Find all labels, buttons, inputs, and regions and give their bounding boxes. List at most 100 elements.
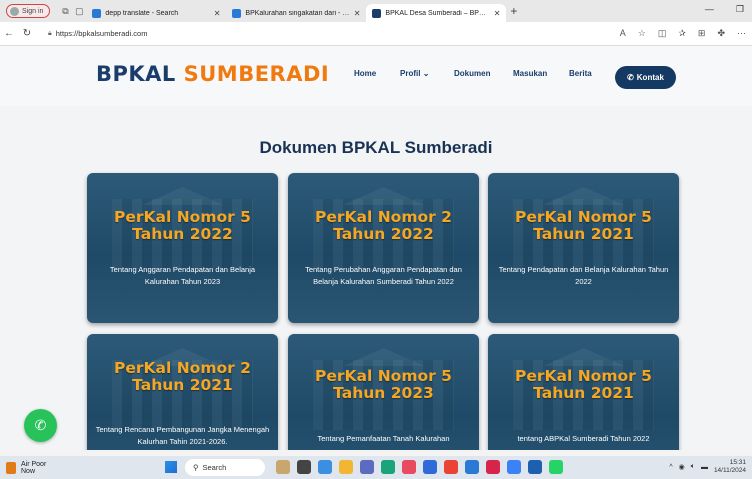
whatsapp-icon: ✆ <box>34 417 47 433</box>
minimize-icon[interactable]: — <box>705 4 714 15</box>
more-icon[interactable]: ⋯ <box>737 28 746 39</box>
site-favicon-icon <box>372 8 382 18</box>
app-icon[interactable] <box>486 460 500 474</box>
file-explorer-icon[interactable] <box>339 460 353 474</box>
read-aloud-icon[interactable]: A <box>620 28 626 39</box>
tab-search-2[interactable]: BPKalurahan singakatan dari - Sea ✕ <box>226 4 366 22</box>
card-title: PerKal Nomor 2 Tahun 2021 <box>87 360 278 394</box>
weather-widget[interactable]: Air Poor Now <box>6 461 46 475</box>
nav-home[interactable]: Home <box>354 69 376 78</box>
card-title: PerKal Nomor 5 Tahun 2021 <box>488 209 679 243</box>
nav-masukan[interactable]: Masukan <box>513 69 547 78</box>
tab-actions-icon[interactable]: ▢ <box>72 4 86 18</box>
card-title-line1: PerKal Nomor 5 <box>114 208 251 226</box>
tab-bpkal[interactable]: BPKAL Desa Sumberadi – BPKAL ✕ <box>366 4 507 22</box>
clock-time: 15:31 <box>729 459 746 466</box>
card-title-line2: Tahun 2021 <box>533 225 634 243</box>
card-title: PerKal Nomor 5 Tahun 2023 <box>288 368 479 402</box>
volume-icon[interactable]: 🔈︎ <box>691 463 695 471</box>
sign-in-button[interactable]: Sign in <box>6 4 51 18</box>
app-icon[interactable] <box>360 460 374 474</box>
browser-tab-bar: Sign in ⧉ ▢ depp translate - Search ✕ BP… <box>0 0 752 22</box>
nav-berita[interactable]: Berita <box>569 69 592 78</box>
search-favicon-icon <box>92 8 102 18</box>
card-title: PerKal Nomor 5 Tahun 2022 <box>87 209 278 243</box>
document-card[interactable]: PerKal Nomor 5 Tahun 2023 Tentang Pemanfa… <box>288 334 479 450</box>
network-icon[interactable]: ◉ <box>679 463 685 471</box>
chrome-icon[interactable] <box>444 460 458 474</box>
close-icon[interactable]: ✕ <box>214 9 221 18</box>
window-controls: — ❐ <box>705 4 744 15</box>
card-title-line1: PerKal Nomor 2 <box>114 359 251 377</box>
card-title-line1: PerKal Nomor 5 <box>315 367 452 385</box>
card-title-line2: Tahun 2021 <box>533 384 634 402</box>
tab-search[interactable]: depp translate - Search ✕ <box>86 4 226 22</box>
site-logo[interactable]: BPKAL SUMBERADI <box>96 62 329 86</box>
logo-text-bpkal: BPKAL <box>96 62 184 86</box>
document-card[interactable]: PerKal Nomor 5 Tahun 2021 Tentang Pendapa… <box>488 173 679 323</box>
app-icon[interactable] <box>297 460 311 474</box>
card-title-line2: Tahun 2022 <box>333 225 434 243</box>
battery-icon[interactable]: ▬ <box>701 464 708 471</box>
card-description: Tentang Rencana Pembangunan Jangka Menen… <box>95 425 270 446</box>
chevron-down-icon: ⌄ <box>422 69 430 78</box>
card-title-line2: Tahun 2021 <box>132 376 233 394</box>
url-field[interactable]: 🔒︎ https://bpkalsumberadi.com <box>48 29 147 38</box>
website-viewport: BPKAL SUMBERADI Home Profil ⌄ Dokumen Ma… <box>0 46 752 450</box>
page-title: Dokumen BPKAL Sumberadi <box>259 138 493 157</box>
favorite-icon[interactable]: ☆ <box>638 28 646 39</box>
whatsapp-float-button[interactable]: ✆ <box>24 409 57 442</box>
maximize-icon[interactable]: ❐ <box>736 4 744 15</box>
document-card[interactable]: PerKal Nomor 5 Tahun 2021 tentang ABPKal … <box>488 334 679 450</box>
app-icon[interactable] <box>507 460 521 474</box>
close-icon[interactable]: ✕ <box>494 9 501 18</box>
system-tray: ^ ◉ 🔈︎ ▬ 15:31 14/11/2024 <box>669 459 746 475</box>
card-title-line1: PerKal Nomor 5 <box>515 208 652 226</box>
extensions-icon[interactable]: ✤ <box>717 28 725 39</box>
app-icon[interactable] <box>276 460 290 474</box>
logo-text-sumberadi: SUMBERADI <box>183 62 330 86</box>
card-title-line1: PerKal Nomor 5 <box>515 367 652 385</box>
back-icon[interactable]: ← <box>0 28 18 39</box>
url-text: https://bpkalsumberadi.com <box>55 29 148 38</box>
app-icon[interactable] <box>423 460 437 474</box>
whatsapp-app-icon[interactable] <box>549 460 563 474</box>
edge-icon[interactable] <box>381 460 395 474</box>
refresh-icon[interactable]: ↻ <box>18 28 36 39</box>
lock-icon: 🔒︎ <box>48 29 52 37</box>
document-card[interactable]: PerKal Nomor 2 Tahun 2021 Tentang Rencana… <box>87 334 278 450</box>
tab-label: BPKalurahan singakatan dari - Sea <box>245 9 350 17</box>
kontak-button[interactable]: ✆ Kontak <box>615 66 676 89</box>
card-description: Tentang Perubahan Anggaran Pendapatan da… <box>305 265 462 286</box>
whatsapp-icon: ✆ <box>627 73 634 82</box>
split-screen-icon[interactable]: ◫ <box>658 28 667 39</box>
tab-label: depp translate - Search <box>105 9 179 17</box>
nav-profil[interactable]: Profil ⌄ <box>400 69 429 78</box>
workspaces-icon[interactable]: ⧉ <box>58 4 72 18</box>
app-icon[interactable] <box>402 460 416 474</box>
windows-start-icon[interactable] <box>165 461 177 473</box>
collections-icon[interactable]: ⊞ <box>698 28 706 39</box>
taskbar-search[interactable]: ⚲ Search <box>185 459 265 476</box>
clock[interactable]: 15:31 14/11/2024 <box>714 459 746 475</box>
app-icon[interactable] <box>465 460 479 474</box>
document-card[interactable]: PerKal Nomor 5 Tahun 2022 Tentang Anggara… <box>87 173 278 323</box>
card-title: PerKal Nomor 5 Tahun 2021 <box>488 368 679 402</box>
sign-in-label: Sign in <box>22 7 44 15</box>
card-title-line2: Tahun 2022 <box>132 225 233 243</box>
new-tab-icon[interactable]: + <box>510 4 517 18</box>
card-title-line1: PerKal Nomor 2 <box>315 208 452 226</box>
document-card[interactable]: PerKal Nomor 2 Tahun 2022 Tentang Perubah… <box>288 173 479 323</box>
favorites-icon[interactable]: ✰ <box>678 28 686 39</box>
close-icon[interactable]: ✕ <box>354 9 361 18</box>
air-quality-icon <box>6 461 16 474</box>
nav-dokumen[interactable]: Dokumen <box>454 69 490 78</box>
search-favicon-icon <box>232 8 242 18</box>
app-icon[interactable] <box>528 460 542 474</box>
weather-time: Now <box>21 467 36 475</box>
chevron-up-icon[interactable]: ^ <box>669 464 672 471</box>
kontak-label: Kontak <box>636 73 664 82</box>
app-icon[interactable] <box>318 460 332 474</box>
taskbar-apps <box>276 460 563 474</box>
card-description: Tentang Pemanfaatan Tanah Kalurahan <box>317 434 450 443</box>
